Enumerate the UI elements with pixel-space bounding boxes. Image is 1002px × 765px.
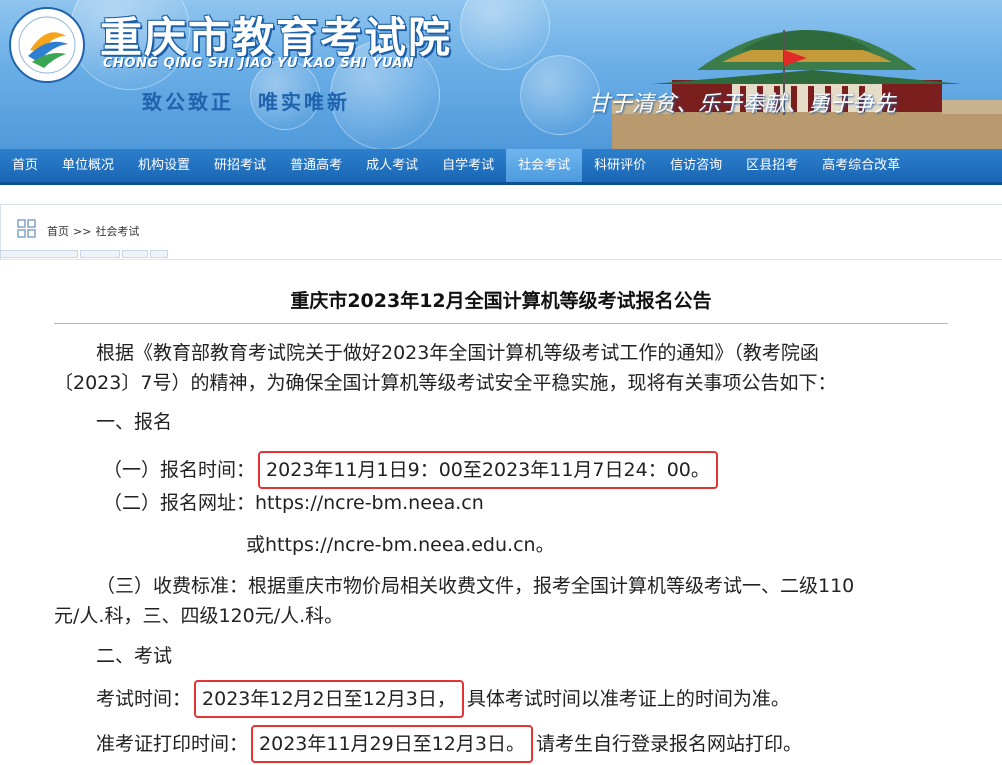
section-exam-heading: 二、考试	[96, 645, 173, 667]
nav-item[interactable]: 研招考试	[202, 149, 278, 182]
registration-url-label: （二）报名网址：	[103, 492, 256, 514]
exam-time-label: 考试时间：	[96, 688, 192, 710]
nav-item[interactable]: 成人考试	[354, 149, 430, 182]
nav-item[interactable]: 普通高考	[278, 149, 354, 182]
motto-left: 致公致正	[142, 90, 234, 114]
decorative-bubble	[460, 0, 550, 70]
breadcrumb: 首页 >> 社会考试	[47, 223, 139, 239]
section-registration-heading: 一、报名	[96, 411, 173, 433]
intro-line-2: 〔2023〕7号）的精神，为确保全国计算机等级考试安全平稳实施，现将有关事项公告…	[54, 372, 837, 394]
great-hall-illustration	[612, 30, 1002, 149]
main-nav: 首页 单位概况 机构设置 研招考试 普通高考 成人考试 自学考试 社会考试 科研评价 信访咨询 区县…	[0, 149, 1002, 185]
registration-url-alt: 或https://ncre-bm.neea.edu.cn。	[246, 534, 555, 556]
nav-item[interactable]: 首页	[0, 149, 50, 182]
registration-time-label: （一）报名时间：	[103, 459, 256, 481]
grid-icon	[17, 219, 36, 238]
ticket-print-row: 准考证打印时间： 2023年11月29日至12月3日。 请考生自行登录报名网站打印。	[96, 725, 802, 763]
nav-item[interactable]: 高考综合改革	[810, 149, 912, 182]
nav-item[interactable]: 区县招考	[734, 149, 810, 182]
breadcrumb-separator: >>	[73, 225, 92, 238]
registration-url-link[interactable]: https://ncre-bm.neea.cn	[255, 492, 484, 514]
registration-time-row: （一）报名时间： 2023年11月1日9：00至2023年11月7日24：00。	[103, 451, 721, 489]
breadcrumb-current-link[interactable]: 社会考试	[95, 225, 139, 238]
nav-item[interactable]: 单位概况	[50, 149, 126, 182]
nav-item[interactable]: 信访咨询	[658, 149, 734, 182]
ticket-print-highlight: 2023年11月29日至12月3日。	[251, 725, 533, 763]
intro-line-1: 根据《教育部教育考试院关于做好2023年全国计算机等级考试工作的通知》（教考院函	[96, 342, 819, 364]
nav-item[interactable]: 社会考试	[506, 149, 583, 182]
registration-url-row: （二）报名网址：https://ncre-bm.neea.cn	[103, 490, 484, 516]
site-motto: 致公致正 唯实唯新	[142, 86, 350, 115]
nav-item[interactable]: 科研评价	[582, 149, 658, 182]
exam-time-note: 具体考试时间以准考证上的时间为准。	[466, 688, 790, 710]
site-pinyin: CHONG QING SHI JIAO YU KAO SHI YUAN	[103, 56, 415, 71]
registration-time-highlight: 2023年11月1日9：00至2023年11月7日24：00。	[258, 451, 718, 489]
breadcrumb-home-link[interactable]: 首页	[47, 225, 69, 238]
motto-right: 唯实唯新	[258, 90, 350, 114]
site-banner: 重庆市教育考试院 CHONG QING SHI JIAO YU KAO SHI …	[0, 0, 1002, 149]
title-divider	[54, 323, 948, 324]
ticket-print-label: 准考证打印时间：	[96, 733, 249, 755]
article-title: 重庆市2023年12月全国计算机等级考试报名公告	[290, 290, 712, 312]
nav-item[interactable]: 自学考试	[430, 149, 506, 182]
fee-line-2: 元/人.科，三、四级120元/人.科。	[54, 605, 344, 627]
nav-item[interactable]: 机构设置	[126, 149, 202, 182]
exam-time-highlight: 2023年12月2日至12月3日，	[194, 680, 464, 718]
exam-time-row: 考试时间： 2023年12月2日至12月3日， 具体考试时间以准考证上的时间为准。	[96, 680, 790, 718]
nav-list: 首页 单位概况 机构设置 研招考试 普通高考 成人考试 自学考试 社会考试 科研评价 信访咨询 区县…	[0, 149, 1002, 182]
site-slogan: 甘于清贫、乐于奉献、勇于争先	[588, 92, 897, 117]
ticket-print-note: 请考生自行登录报名网站打印。	[536, 733, 803, 755]
breadcrumb-decoration	[0, 250, 175, 258]
institute-logo	[9, 7, 85, 83]
fee-line-1: （三）收费标准：根据重庆市物价局相关收费文件，报考全国计算机等级考试一、二级11…	[96, 575, 855, 597]
